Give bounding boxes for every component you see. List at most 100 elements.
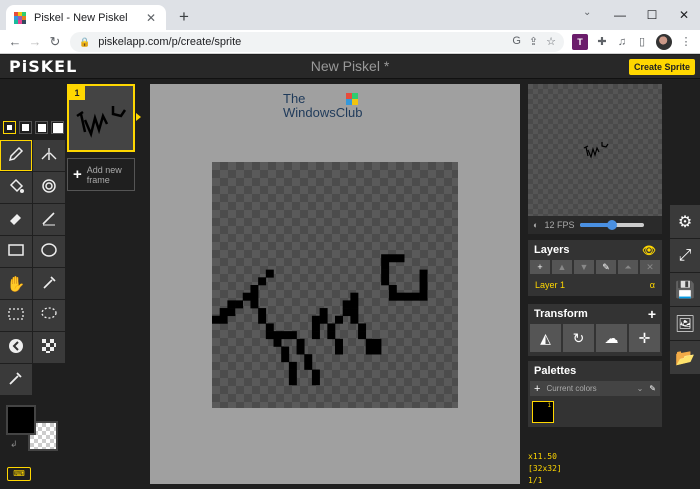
pixel bbox=[304, 354, 313, 363]
pixel bbox=[288, 331, 297, 340]
extensions-puzzle-icon[interactable]: ✚ bbox=[594, 34, 610, 50]
keyboard-shortcuts-icon[interactable]: ⌨ bbox=[7, 467, 31, 481]
forward-icon[interactable]: → bbox=[26, 34, 44, 49]
pixel bbox=[365, 338, 374, 347]
document-title[interactable]: New Piskel * bbox=[0, 58, 700, 74]
pixel bbox=[288, 361, 297, 370]
frame-thumbnail[interactable]: 1 bbox=[67, 84, 135, 152]
pixel bbox=[281, 331, 290, 340]
paint-same-color-tool[interactable] bbox=[33, 172, 65, 203]
rectangle-tool[interactable] bbox=[0, 236, 32, 267]
pen-tool[interactable] bbox=[0, 140, 32, 171]
create-sprite-button[interactable]: Create Sprite bbox=[629, 59, 695, 75]
rotate-icon[interactable]: ↻ bbox=[563, 324, 594, 352]
layer-alpha[interactable]: α bbox=[650, 280, 655, 290]
pixel bbox=[365, 346, 374, 355]
pixel bbox=[342, 300, 351, 309]
canvas-dimensions: [32x32] bbox=[528, 464, 562, 473]
piskel-favicon-icon bbox=[14, 11, 26, 24]
pixel bbox=[296, 338, 305, 347]
layer-item[interactable]: Layer 1 α bbox=[530, 277, 660, 292]
google-lens-icon[interactable]: G bbox=[512, 35, 521, 48]
status-info: x11.50 [32x32] 1/1 bbox=[528, 451, 562, 487]
eye-icon[interactable]: 👁 bbox=[642, 244, 656, 257]
add-new-frame-button[interactable]: + Add new frame bbox=[67, 158, 135, 191]
fps-slider[interactable] bbox=[580, 220, 645, 230]
settings-gear-icon[interactable]: ⚙ bbox=[670, 205, 700, 238]
add-layer-icon[interactable]: + bbox=[530, 260, 550, 274]
move-tool[interactable]: ✋ bbox=[0, 268, 32, 299]
flip-horizontal-icon[interactable]: ◭ bbox=[530, 324, 561, 352]
share-icon[interactable]: ⇪ bbox=[529, 35, 538, 48]
transform-panel: Transform + ◭ ↻ ☁ ✛ bbox=[528, 304, 662, 356]
pen-size-3[interactable] bbox=[35, 121, 48, 134]
stroke-tool[interactable] bbox=[33, 204, 65, 235]
fps-slider-knob[interactable] bbox=[607, 220, 618, 230]
swap-colors-icon[interactable]: ↲ bbox=[10, 439, 18, 450]
open-folder-icon[interactable]: 📂 bbox=[670, 341, 700, 374]
minimize-icon[interactable]: — bbox=[604, 0, 636, 30]
tab-close-icon[interactable]: ✕ bbox=[144, 11, 158, 25]
pixel bbox=[419, 277, 428, 286]
drawing-stage[interactable]: The WindowsClub bbox=[150, 84, 520, 484]
pixel bbox=[304, 361, 313, 370]
pixel-canvas[interactable] bbox=[212, 162, 458, 408]
add-palette-icon[interactable]: + bbox=[534, 383, 540, 395]
profile-avatar[interactable] bbox=[656, 34, 672, 50]
new-tab-icon[interactable]: + bbox=[174, 7, 194, 27]
pen-size-selector bbox=[3, 121, 64, 134]
back-icon[interactable]: ← bbox=[6, 34, 24, 49]
lock-icon: 🔒 bbox=[79, 36, 91, 47]
pen-size-1[interactable] bbox=[3, 121, 16, 134]
reload-icon[interactable]: ↻ bbox=[46, 34, 64, 50]
delete-layer-icon[interactable]: ✕ bbox=[640, 260, 660, 274]
palette-swatch[interactable]: 1 bbox=[532, 401, 554, 423]
expand-plus-icon[interactable]: + bbox=[648, 306, 656, 322]
circle-tool[interactable] bbox=[33, 236, 65, 267]
move-hand-icon: ✋ bbox=[6, 275, 26, 293]
app-header: PiSKEL New Piskel * Create Sprite bbox=[0, 55, 700, 79]
center-align-icon[interactable]: ✛ bbox=[629, 324, 660, 352]
pixel bbox=[288, 377, 297, 386]
move-layer-down-icon[interactable]: ▼ bbox=[574, 260, 594, 274]
vertical-mirror-pen-tool[interactable] bbox=[33, 140, 65, 171]
rectangle-select-icon bbox=[7, 305, 25, 327]
eraser-tool[interactable] bbox=[0, 204, 32, 235]
paint-bucket-tool[interactable] bbox=[0, 172, 32, 203]
lighten-icon bbox=[7, 337, 25, 359]
lasso-select-tool[interactable] bbox=[33, 300, 65, 331]
edit-palette-icon[interactable]: ✎ bbox=[649, 384, 656, 393]
eyedropper-tool[interactable] bbox=[0, 364, 32, 395]
window-close-icon[interactable]: ✕ bbox=[668, 0, 700, 30]
pixel bbox=[327, 331, 336, 340]
save-icon[interactable]: 💾 bbox=[670, 273, 700, 306]
browser-tab-active[interactable]: Piskel - New Piskel ✕ bbox=[6, 5, 166, 30]
tab-search-chevron-icon[interactable]: ⌄ bbox=[583, 7, 591, 18]
primary-color-swatch[interactable] bbox=[6, 405, 36, 435]
merge-layer-icon[interactable]: ⏶ bbox=[618, 260, 638, 274]
dithering-tool[interactable] bbox=[33, 332, 65, 363]
color-picker-tool[interactable] bbox=[33, 268, 65, 299]
palette-select[interactable]: Current colors bbox=[546, 384, 630, 393]
bookmark-star-icon[interactable]: ☆ bbox=[546, 35, 556, 48]
clone-sheep-icon[interactable]: ☁ bbox=[596, 324, 627, 352]
address-bar[interactable]: 🔒 piskelapp.com/p/create/sprite G ⇪ ☆ bbox=[70, 32, 564, 52]
media-controls-icon[interactable]: ♫ bbox=[614, 34, 630, 50]
chevron-down-icon[interactable]: ⌄ bbox=[637, 384, 644, 393]
pixel bbox=[396, 292, 405, 301]
rectangle-select-tool[interactable] bbox=[0, 300, 32, 331]
side-panel-icon[interactable]: ▯ bbox=[634, 34, 650, 50]
onion-skin-icon[interactable]: ◐ bbox=[533, 220, 538, 230]
move-layer-up-icon[interactable]: ▲ bbox=[552, 260, 572, 274]
pen-size-4[interactable] bbox=[51, 121, 64, 134]
edit-layer-icon[interactable]: ✎ bbox=[596, 260, 616, 274]
export-image-icon[interactable]: 🖼 bbox=[670, 307, 700, 340]
pixel bbox=[381, 269, 390, 278]
extension-t-icon[interactable]: T bbox=[572, 34, 588, 50]
browser-menu-icon[interactable]: ⋮ bbox=[678, 34, 694, 50]
resize-icon[interactable]: ⤢ bbox=[670, 239, 700, 272]
maximize-icon[interactable]: ☐ bbox=[636, 0, 668, 30]
animation-preview bbox=[528, 84, 662, 216]
pen-size-2[interactable] bbox=[19, 121, 32, 134]
lighten-tool[interactable] bbox=[0, 332, 32, 363]
